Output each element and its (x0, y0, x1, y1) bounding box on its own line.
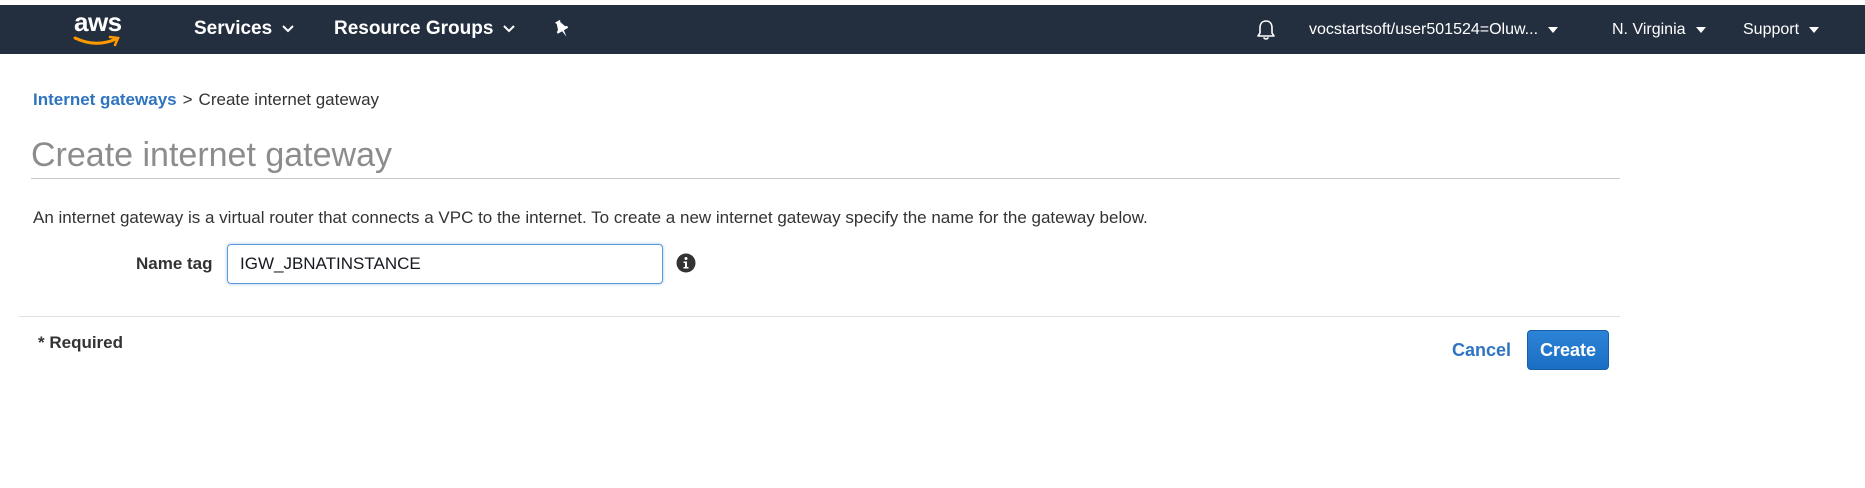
pushpin-icon[interactable] (553, 19, 571, 39)
required-note: * Required (38, 333, 124, 352)
resource-groups-menu[interactable]: Resource Groups (334, 18, 516, 40)
aws-smile-icon (73, 35, 120, 47)
create-button[interactable]: Create (1527, 330, 1609, 370)
caret-down-icon (1809, 27, 1820, 33)
breadcrumb-internet-gateways-link[interactable]: Internet gateways (33, 90, 177, 109)
breadcrumb: Internet gateways > Create internet gatewa… (33, 90, 379, 110)
aws-logo[interactable]: aws (72, 7, 128, 49)
form-footer-divider (19, 316, 1620, 317)
top-navigation-bar: aws Services Resource Groups vocstartsof… (0, 5, 1865, 54)
region-menu[interactable]: N. Virginia (1612, 21, 1706, 39)
chevron-down-icon (282, 25, 294, 33)
caret-down-icon (1548, 27, 1559, 33)
services-label: Services (194, 18, 273, 39)
page-title: Create internet gateway (31, 136, 392, 174)
name-tag-input[interactable] (227, 244, 663, 284)
aws-logo-text: aws (74, 7, 122, 37)
title-divider (31, 178, 1620, 179)
chevron-down-icon (503, 25, 516, 33)
info-icon[interactable] (676, 253, 696, 273)
bell-icon[interactable] (1255, 19, 1277, 41)
page-description: An internet gateway is a virtual router … (33, 208, 1148, 227)
account-label: vocstartsoft/user501524=Oluw... (1309, 21, 1539, 38)
cancel-button[interactable]: Cancel (1452, 340, 1511, 361)
name-tag-label: Name tag (136, 254, 213, 273)
breadcrumb-separator: > (182, 90, 193, 109)
caret-down-icon (1695, 27, 1706, 33)
resource-groups-label: Resource Groups (334, 18, 494, 39)
breadcrumb-current: Create internet gateway (198, 90, 380, 109)
account-menu[interactable]: vocstartsoft/user501524=Oluw... (1309, 21, 1559, 39)
support-label: Support (1743, 21, 1800, 38)
services-menu[interactable]: Services (194, 18, 294, 40)
region-label: N. Virginia (1612, 21, 1686, 38)
support-menu[interactable]: Support (1743, 21, 1820, 39)
